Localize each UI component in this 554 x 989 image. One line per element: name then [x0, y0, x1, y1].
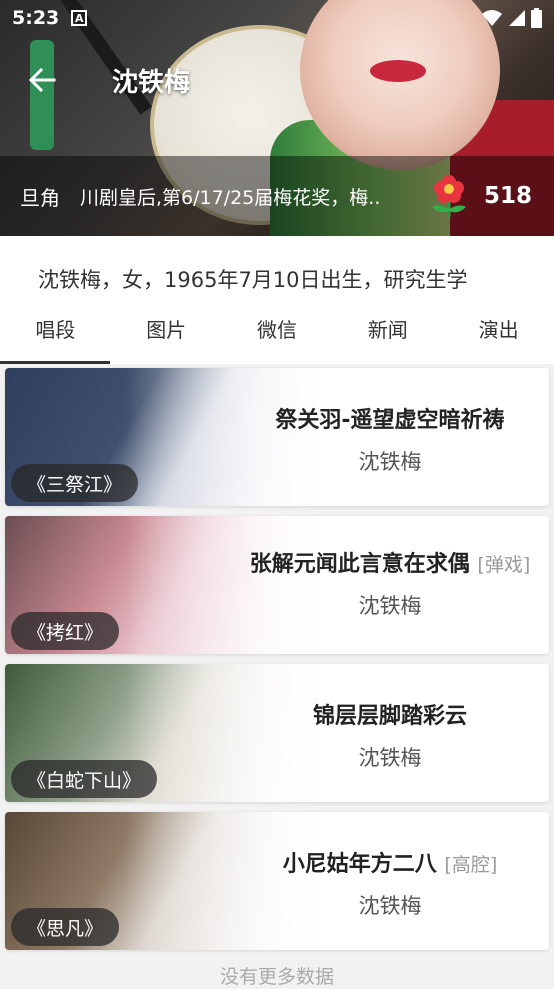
- artist-role: 旦角: [20, 185, 60, 210]
- status-icons: [481, 8, 542, 28]
- song-card[interactable]: 《思凡》 小尼姑年方二八 [高腔] 沈铁梅: [5, 812, 549, 950]
- song-text: 小尼姑年方二八 [高腔] 沈铁梅: [235, 812, 545, 950]
- signal-icon: [509, 10, 525, 26]
- song-text: 祭关羽-遥望虚空暗祈祷 沈铁梅: [235, 368, 545, 506]
- arrow-left-icon: [28, 67, 56, 93]
- tab-bar: 唱段 图片 微信 新闻 演出: [0, 300, 554, 364]
- song-title: 小尼姑年方二八 [高腔]: [235, 846, 545, 878]
- song-artist: 沈铁梅: [358, 746, 422, 770]
- song-genre-tag: [高腔]: [444, 854, 498, 876]
- song-title: 祭关羽-遥望虚空暗祈祷: [235, 402, 545, 434]
- song-text: 锦层层脚踏彩云 沈铁梅: [235, 664, 545, 802]
- notification-icon: A: [71, 10, 88, 26]
- song-title-text: 小尼姑年方二八: [282, 852, 437, 877]
- song-title: 锦层层脚踏彩云: [235, 698, 545, 730]
- tab-news[interactable]: 新闻: [332, 300, 443, 364]
- tab-performances[interactable]: 演出: [443, 300, 554, 364]
- opera-name-badge: 《思凡》: [11, 908, 120, 946]
- song-card[interactable]: 《三祭江》 祭关羽-遥望虚空暗祈祷 沈铁梅: [5, 368, 549, 506]
- song-title: 张解元闻此言意在求偶 [弹戏]: [235, 546, 545, 578]
- opera-name-badge: 《白蛇下山》: [11, 760, 158, 798]
- tab-wechat[interactable]: 微信: [222, 300, 333, 364]
- artist-info-strip: 旦角 川剧皇后,第6/17/25届梅花奖，梅.. 518: [0, 156, 554, 236]
- artist-hero-photo: 5:23 A 沈铁梅 旦角 川剧皇后,第6/17/25届梅花奖，梅.. 518: [0, 0, 554, 236]
- status-bar: 5:23 A: [0, 0, 554, 36]
- page-title: 沈铁梅: [112, 67, 191, 98]
- app-bar: 沈铁梅: [0, 52, 554, 108]
- song-genre-tag: [弹戏]: [477, 554, 531, 576]
- song-card[interactable]: 《白蛇下山》 锦层层脚踏彩云 沈铁梅: [5, 664, 549, 802]
- song-artist: 沈铁梅: [358, 594, 422, 618]
- song-artist: 沈铁梅: [358, 450, 422, 474]
- song-title-text: 锦层层脚踏彩云: [312, 704, 467, 729]
- song-title-text: 祭关羽-遥望虚空暗祈祷: [275, 408, 505, 433]
- wifi-icon: [482, 10, 502, 26]
- no-more-data-text: 没有更多数据: [219, 966, 334, 988]
- tab-songs[interactable]: 唱段: [0, 300, 111, 364]
- artist-honors: 川剧皇后,第6/17/25届梅花奖，梅..: [80, 186, 381, 209]
- back-button[interactable]: [12, 52, 72, 108]
- battery-icon: [531, 8, 542, 28]
- artist-bio[interactable]: 沈铁梅，女，1965年7月10日出生，研究生学: [0, 236, 554, 310]
- opera-name-badge: 《拷红》: [11, 612, 120, 650]
- song-text: 张解元闻此言意在求偶 [弹戏] 沈铁梅: [235, 516, 545, 654]
- tab-pictures[interactable]: 图片: [111, 300, 222, 364]
- flower-like-icon[interactable]: [426, 173, 472, 219]
- status-time: 5:23: [12, 7, 60, 29]
- song-artist: 沈铁梅: [358, 894, 422, 918]
- song-title-text: 张解元闻此言意在求偶: [249, 552, 470, 577]
- opera-name-badge: 《三祭江》: [11, 464, 139, 502]
- song-card[interactable]: 《拷红》 张解元闻此言意在求偶 [弹戏] 沈铁梅: [5, 516, 549, 654]
- like-count: 518: [484, 183, 533, 209]
